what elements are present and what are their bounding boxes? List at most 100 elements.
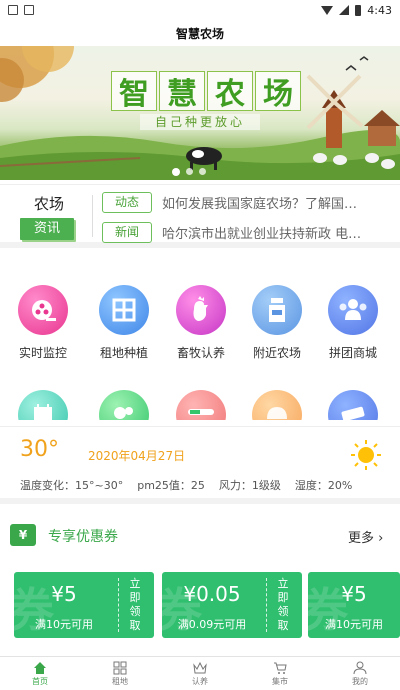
status-bar: 4:43	[0, 0, 400, 20]
news-brand-line1: 农场	[33, 195, 64, 213]
grid-item-label: 附近农场	[252, 346, 301, 360]
grid-item-monitor[interactable]: 实时监控	[3, 285, 83, 361]
banner-title-char: 场	[255, 71, 301, 112]
notification-icon	[8, 5, 18, 15]
milk-jar-icon	[252, 285, 302, 335]
banner-title-char: 智	[111, 71, 157, 112]
grid-item-bread[interactable]	[237, 390, 317, 420]
claim-char: 领	[129, 605, 141, 618]
coupon-title: 专享优惠券	[48, 529, 118, 545]
coupon-section-header: ¥ 专享优惠券 更多 ›	[0, 510, 400, 560]
fruit-basket-icon	[176, 390, 226, 420]
tab-label: 我的	[352, 676, 368, 686]
claim-char: 即	[129, 591, 141, 604]
banner-title-char: 农	[207, 71, 253, 112]
rooster-icon	[176, 285, 226, 335]
news-brand: 农场 资讯	[20, 193, 84, 240]
grid-icon	[113, 661, 127, 674]
grid-item-label: 畜牧认养	[176, 346, 225, 360]
grid-item-tag[interactable]	[313, 390, 393, 420]
bread-icon	[252, 390, 302, 420]
banner-title-char: 慧	[159, 71, 205, 112]
temperature: 30°	[20, 437, 59, 462]
coupon-divider	[266, 578, 267, 632]
grid-item-fruit[interactable]	[161, 390, 241, 420]
news-item[interactable]: 新闻 哈尔滨市出就业创业扶持新政 电…	[102, 221, 390, 243]
tab-adopt[interactable]: 认养	[160, 657, 240, 690]
coupon-condition: 满0.09元可用	[177, 618, 247, 631]
news-headline[interactable]: 哈尔滨市出就业创业扶持新政 电…	[162, 223, 390, 242]
field-grid-icon	[99, 285, 149, 335]
claim-char: 取	[277, 619, 289, 632]
chevron-right-icon: ›	[374, 531, 384, 546]
claim-char: 立	[129, 577, 141, 590]
person-icon	[353, 661, 367, 674]
app-notification-icon	[24, 5, 34, 15]
coupon-list: 券 ¥5 满10元可用 立 即 领 取 券 ¥0.05 满0.09元可用 立 即…	[0, 570, 400, 642]
claim-char: 领	[277, 605, 289, 618]
tab-home[interactable]: 首页	[0, 657, 80, 690]
banner-subtitle: 自己种更放心	[140, 114, 260, 130]
temp-range: 温度变化：15°~30°	[20, 479, 124, 492]
divider	[92, 195, 93, 237]
tab-market[interactable]: 集市	[240, 657, 320, 690]
claim-char: 立	[277, 577, 289, 590]
more-label: 更多	[348, 531, 375, 546]
tab-label: 首页	[32, 676, 48, 686]
claim-button[interactable]: 立 即 领 取	[124, 577, 146, 633]
carousel-dot[interactable]	[172, 168, 180, 176]
news-tag: 动态	[102, 191, 152, 213]
coupon-amount: ¥5	[341, 582, 367, 606]
tab-label: 集市	[272, 676, 288, 686]
claim-char: 取	[129, 619, 141, 632]
news-brand-line2: 资讯	[20, 218, 74, 240]
grid-item-calendar[interactable]	[3, 390, 83, 420]
grid-item-group-mall[interactable]: 拼团商城	[313, 285, 393, 361]
weather-details: 温度变化：15°~30° pm25值：25 风力：1级级 湿度：20%	[20, 477, 352, 493]
sun-icon	[351, 440, 381, 470]
sprout-icon	[99, 390, 149, 420]
coupon-condition: 满10元可用	[35, 618, 93, 631]
group-people-icon	[328, 285, 378, 335]
bottom-tab-bar: 首页 租地 认养 集市 我的	[0, 656, 400, 690]
news-tag: 新闻	[102, 221, 152, 243]
tab-label: 租地	[112, 676, 128, 686]
grid-item-nearby-farm[interactable]: 附近农场	[237, 285, 317, 361]
news-headline[interactable]: 如何发展我国家庭农场？了解国…	[162, 193, 390, 212]
carousel-dot[interactable]	[186, 168, 193, 175]
banner-carousel[interactable]: 智 慧 农 场 自己种更放心	[0, 46, 400, 180]
grid-item-label: 租地种植	[99, 346, 148, 360]
coupon-condition: 满10元可用	[325, 618, 383, 631]
tab-mine[interactable]: 我的	[320, 657, 400, 690]
grid-item-sprout[interactable]	[84, 390, 164, 420]
carousel-dot[interactable]	[199, 168, 206, 175]
crown-icon	[193, 661, 207, 673]
grid-item-rent-land[interactable]: 租地种植	[84, 285, 164, 361]
news-item[interactable]: 动态 如何发展我国家庭农场？了解国…	[102, 191, 390, 213]
battery-icon	[355, 4, 362, 16]
coupon-card[interactable]: 券 ¥5 满10元可用 立 即 领 取	[14, 572, 154, 638]
claim-char: 即	[277, 591, 289, 604]
tab-rent[interactable]: 租地	[80, 657, 160, 690]
tag-label-icon	[328, 390, 378, 420]
farm-news-section: 农场 资讯 动态 如何发展我国家庭农场？了解国… 新闻 哈尔滨市出就业创业扶持新…	[0, 184, 400, 248]
more-link[interactable]: 更多 ›	[348, 527, 383, 546]
signal-icon	[339, 5, 350, 15]
wind: 风力：1级级	[218, 479, 281, 492]
home-icon	[34, 661, 46, 674]
claim-button[interactable]: 立 即 领 取	[272, 577, 294, 633]
grid-item-livestock[interactable]: 畜牧认养	[161, 285, 241, 361]
coupon-amount: ¥0.05	[183, 582, 241, 606]
coupon-card[interactable]: 券 ¥5 满10元可用	[308, 572, 400, 638]
wifi-icon	[321, 5, 334, 15]
weather-card: 30° 2020年04月27日 温度变化：15°~30° pm25值：25 风力…	[0, 426, 400, 504]
feature-grid: 实时监控 租地种植 畜牧认养 附近农场 拼团商城	[0, 280, 400, 420]
camera-reel-icon	[18, 285, 68, 335]
cart-icon	[274, 662, 287, 674]
tab-label: 认养	[192, 676, 208, 686]
grid-item-label: 实时监控	[18, 346, 67, 360]
calendar-icon	[18, 390, 68, 420]
banner-illustration	[0, 46, 400, 180]
coupon-card[interactable]: 券 ¥0.05 满0.09元可用 立 即 领 取	[162, 572, 302, 638]
coupon-divider	[118, 578, 119, 632]
